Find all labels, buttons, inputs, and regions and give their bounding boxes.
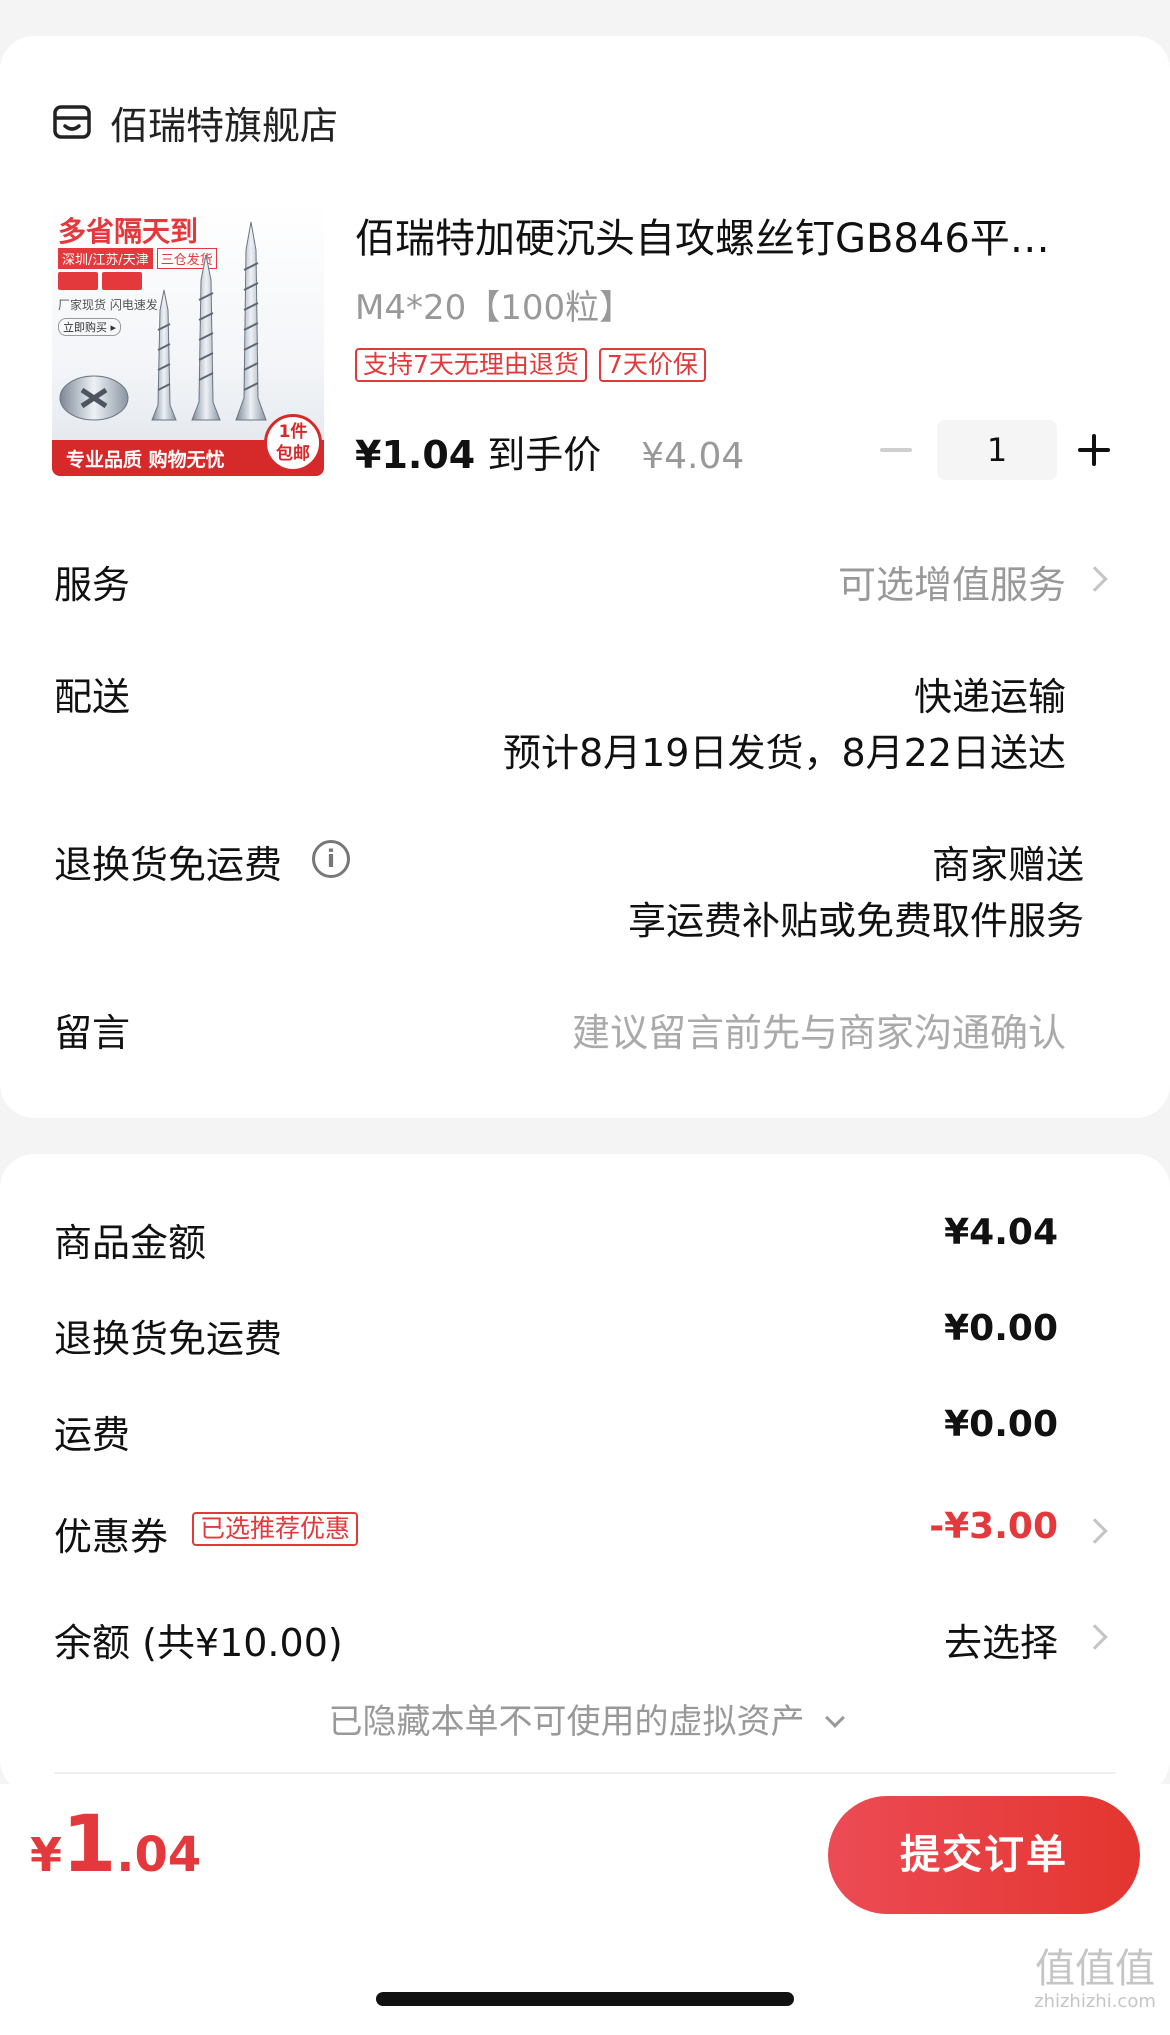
total-int: 1 [62, 1800, 117, 1890]
watermark-url: zhizhizhi.com [1034, 1991, 1156, 2012]
product-tags: 支持7天无理由退货 7天价保 [355, 348, 706, 382]
total-currency: ¥ [30, 1828, 63, 1882]
goods-amount-label: 商品金额 [54, 1221, 207, 1265]
delivery-schedule: 预计8月19日发货，8月22日送达 [502, 731, 1066, 775]
watermark-logo: 值值值 [1035, 1946, 1155, 1992]
store-name: 佰瑞特旗舰店 [110, 103, 339, 148]
return-freight-fee-value: ¥0.00 [944, 1308, 1058, 1349]
chevron-down-icon [824, 1708, 845, 1728]
return-freight-fee-label: 退换货免运费 [54, 1317, 283, 1361]
coupon-label: 优惠券 [54, 1515, 169, 1559]
service-row[interactable]: 服务 可选增值服务 [0, 548, 1170, 608]
product-title[interactable]: 佰瑞特加硬沉头自攻螺丝钉GB846平… [355, 206, 1135, 264]
message-input[interactable]: 建议留言前先与商家沟通确认 [572, 1002, 1066, 1057]
hidden-assets-text: 已隐藏本单不可使用的虚拟资产 [328, 1702, 805, 1742]
delivery-row[interactable]: 配送 快递运输 预计8月19日发货，8月22日送达 [0, 660, 1170, 775]
info-icon[interactable]: i [312, 840, 350, 878]
shipping-label: 运费 [54, 1413, 131, 1457]
goods-amount-value: ¥4.04 [944, 1212, 1058, 1253]
product-spec[interactable]: M4*20【100粒】 [355, 280, 633, 329]
price-row: ¥1.04 到手价 ¥4.04 [355, 424, 744, 479]
submit-order-button[interactable]: 提交订单 [828, 1796, 1140, 1914]
return-policy-tag: 支持7天无理由退货 [355, 348, 587, 382]
service-label: 服务 [54, 563, 131, 607]
total-dec: .04 [116, 1827, 202, 1883]
delivery-method: 快递运输 [913, 675, 1066, 719]
increase-button[interactable] [1078, 434, 1110, 466]
return-freight-row[interactable]: 退换货免运费 i 商家赠送 享运费补贴或免费取件服务 [0, 828, 1170, 943]
return-freight-sub: 享运费补贴或免费取件服务 [627, 899, 1084, 943]
balance-value: 去选择 [943, 1621, 1058, 1665]
shipping-row: 运费 ¥0.00 [0, 1400, 1170, 1457]
store-header[interactable]: 佰瑞特旗舰店 [52, 98, 338, 148]
hidden-assets-toggle[interactable]: 已隐藏本单不可使用的虚拟资产 [0, 1694, 1170, 1744]
balance-label: 余额 (共¥10.00) [54, 1621, 343, 1665]
chevron-right-icon [1082, 1518, 1108, 1544]
message-label: 留言 [54, 1011, 131, 1055]
divider [54, 1772, 1116, 1774]
coupon-row[interactable]: 优惠券 已选推荐优惠 -¥3.00 [0, 1502, 1170, 1559]
message-row[interactable]: 留言 建议留言前先与商家沟通确认 [0, 996, 1170, 1056]
shipping-value: ¥0.00 [944, 1404, 1058, 1445]
home-indicator [376, 1992, 794, 2006]
store-icon [52, 102, 92, 142]
goods-amount-row: 商品金额 ¥4.04 [0, 1208, 1170, 1265]
free-shipping-badge: 1件 包邮 [264, 414, 322, 472]
coupon-value: -¥3.00 [929, 1506, 1058, 1547]
final-price-label: 到手价 [487, 433, 602, 477]
decrease-button[interactable] [880, 448, 912, 452]
total-price: ¥ 1 .04 [30, 1800, 201, 1910]
return-freight-label: 退换货免运费 [54, 843, 283, 887]
quantity-input[interactable]: 1 [937, 420, 1057, 480]
return-freight-value: 商家赠送 [931, 843, 1084, 887]
balance-row[interactable]: 余额 (共¥10.00) 去选择 [0, 1608, 1170, 1665]
price-protect-tag: 7天价保 [598, 348, 706, 382]
chevron-right-icon [1082, 1624, 1108, 1650]
watermark: 值值值 zhizhizhi.com [1020, 1946, 1170, 2012]
screws-illustration [59, 221, 267, 421]
original-price: ¥4.04 [641, 436, 745, 477]
product-image[interactable]: 多省隔天到 深圳/江苏/天津 三仓发货 厂家现货 闪电速发 立即购买 ▸ 专业品… [52, 200, 324, 476]
chevron-right-icon [1082, 566, 1108, 592]
service-value: 可选增值服务 [837, 563, 1066, 607]
delivery-label: 配送 [54, 675, 131, 719]
return-freight-fee-row: 退换货免运费 ¥0.00 [0, 1304, 1170, 1361]
coupon-tag: 已选推荐优惠 [192, 1512, 359, 1546]
final-price: ¥1.04 [355, 433, 476, 477]
